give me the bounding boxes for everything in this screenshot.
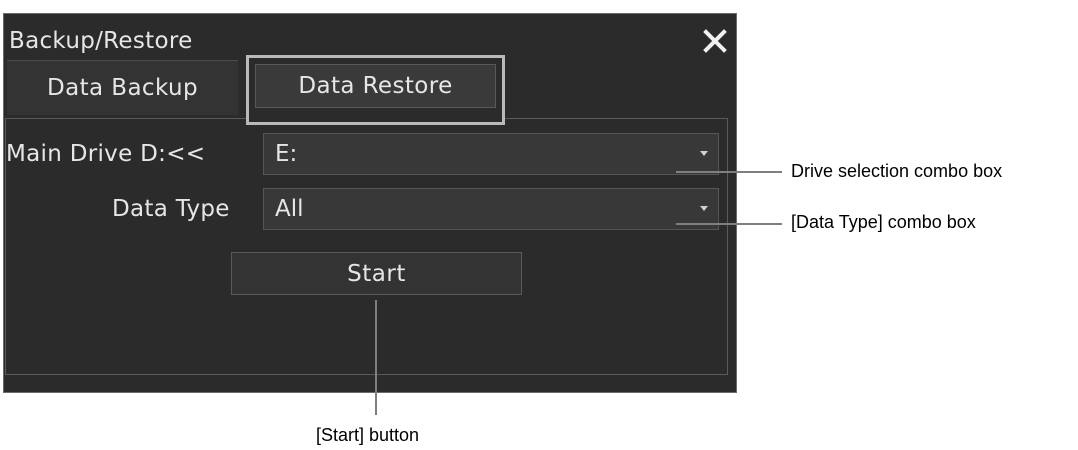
type-callout-text: [Data Type] combo box xyxy=(791,212,976,232)
tab-label: Data Restore xyxy=(298,73,453,99)
tab-selected-face: Data Restore xyxy=(255,64,496,108)
drive-label: Main Drive D:<< xyxy=(6,141,206,167)
data-type-combo-box[interactable]: All xyxy=(263,188,719,230)
close-button[interactable] xyxy=(701,27,729,55)
window-title: Backup/Restore xyxy=(9,28,193,54)
stage: Backup/Restore Data Backup Data Restore … xyxy=(0,0,1078,450)
drive-value: E: xyxy=(275,141,298,167)
start-callout-line xyxy=(375,300,377,415)
start-button-label: Start xyxy=(347,260,406,287)
data-type-value: All xyxy=(275,196,304,222)
tab-data-backup[interactable]: Data Backup xyxy=(7,60,238,115)
drive-callout-line xyxy=(676,171,782,173)
chevron-down-icon xyxy=(700,206,708,211)
data-type-label: Data Type xyxy=(112,196,230,222)
start-callout-text: [Start] button xyxy=(316,425,420,445)
drive-callout-text: Drive selection combo box xyxy=(791,161,1003,181)
close-icon xyxy=(703,29,727,53)
start-button[interactable]: Start xyxy=(231,252,522,295)
tab-label: Data Backup xyxy=(47,75,198,101)
type-callout-line xyxy=(676,223,782,225)
chevron-down-icon xyxy=(700,151,708,156)
tab-data-restore[interactable]: Data Restore xyxy=(246,55,505,125)
drive-combo-box[interactable]: E: xyxy=(263,133,719,175)
